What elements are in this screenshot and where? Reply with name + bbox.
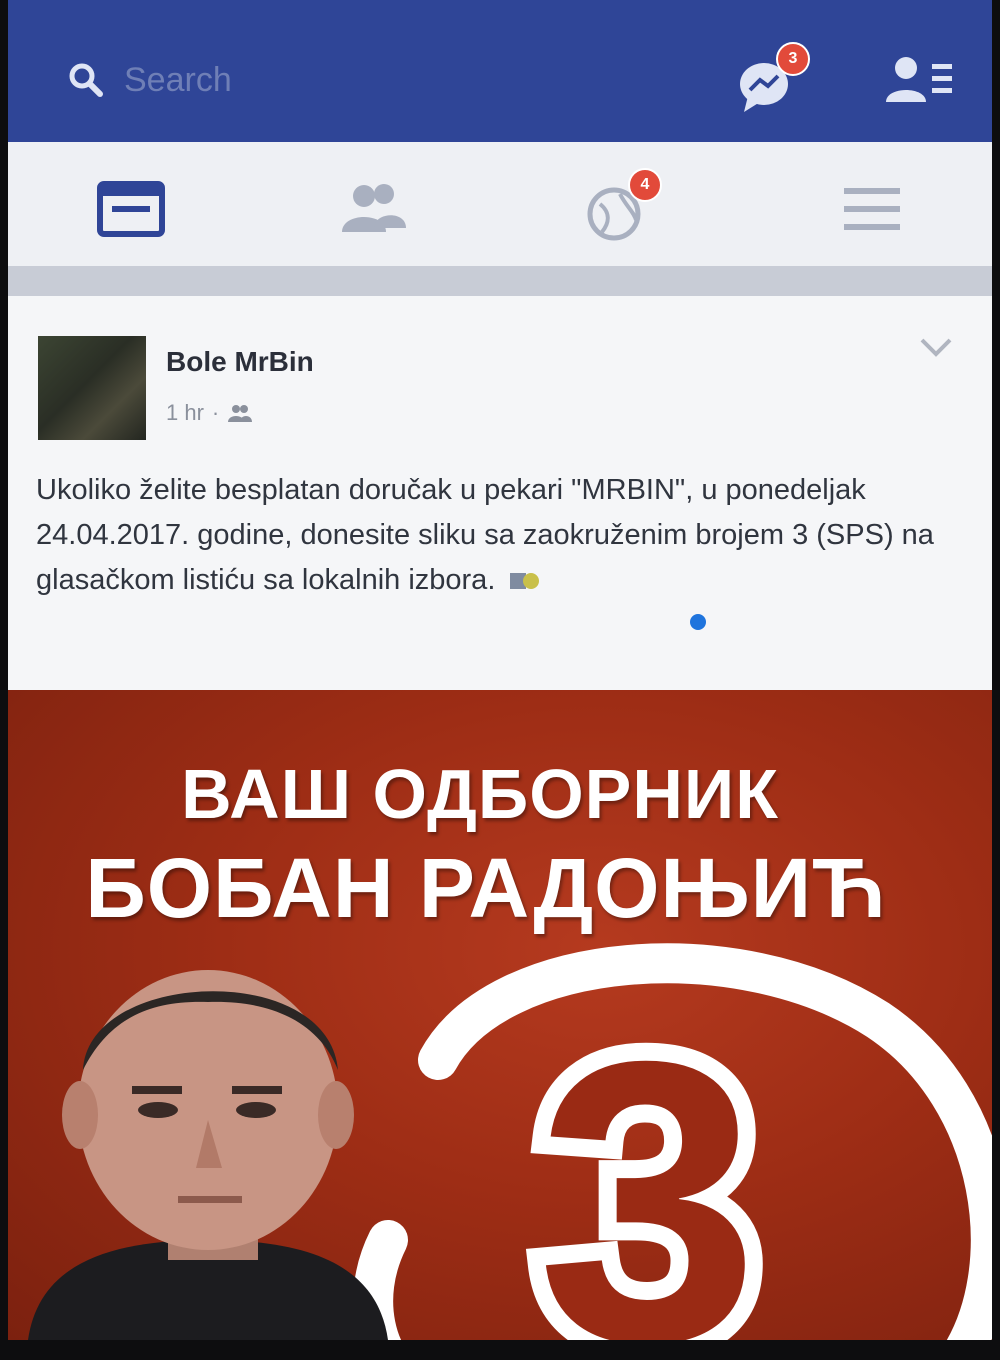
post-meta: 1 hr · (166, 400, 253, 426)
avatar[interactable] (38, 336, 146, 440)
top-bar: 3 (8, 0, 992, 142)
tab-notifications[interactable]: 4 (580, 168, 662, 246)
friends-icon (342, 184, 406, 232)
poster-headline: ВАШ ОДБОРНИК (181, 755, 779, 833)
friend-requests-icon (886, 57, 952, 102)
messenger-button[interactable]: 3 (730, 42, 810, 116)
circled-number-graphic: 3 (353, 943, 992, 1340)
news-feed-icon (97, 181, 165, 237)
post-text-block: Ukoliko želite besplatan doručak u pekar… (36, 468, 956, 603)
emoji-icon (510, 573, 540, 590)
tab-news-feed[interactable] (94, 176, 174, 246)
post-author[interactable]: Bole MrBin (166, 346, 314, 378)
menu-icon (844, 188, 900, 230)
candidate-photo (28, 970, 388, 1340)
search-icon (69, 63, 103, 97)
search-bar[interactable] (66, 60, 424, 100)
notifications-badge: 4 (628, 168, 662, 202)
post-time[interactable]: 1 hr (166, 400, 204, 426)
feed-post: Bole MrBin 1 hr · Ukoliko želite besplat… (8, 296, 992, 690)
feed-separator (8, 266, 992, 296)
poster-candidate-name: БОБАН РАДОЊИЋ (85, 841, 887, 935)
meta-separator: · (211, 400, 220, 425)
friends-audience-icon (228, 405, 253, 422)
post-image-poster[interactable]: ВАШ ОДБОРНИК БОБАН РАДОЊИЋ 3 (8, 690, 992, 1340)
chevron-down-icon[interactable] (916, 332, 956, 362)
post-text: Ukoliko želite besplatan doručak u pekar… (36, 474, 934, 596)
text-cursor-dot (690, 614, 706, 630)
tab-menu[interactable] (834, 176, 914, 246)
phone-screen: 3 (8, 0, 992, 1340)
friend-requests-button[interactable] (884, 52, 956, 112)
poster-number: 3 (537, 978, 759, 1340)
tab-friends[interactable] (334, 176, 414, 246)
search-input[interactable] (124, 60, 424, 100)
nav-tab-bar: 4 (8, 142, 992, 267)
messenger-badge: 3 (776, 42, 810, 76)
